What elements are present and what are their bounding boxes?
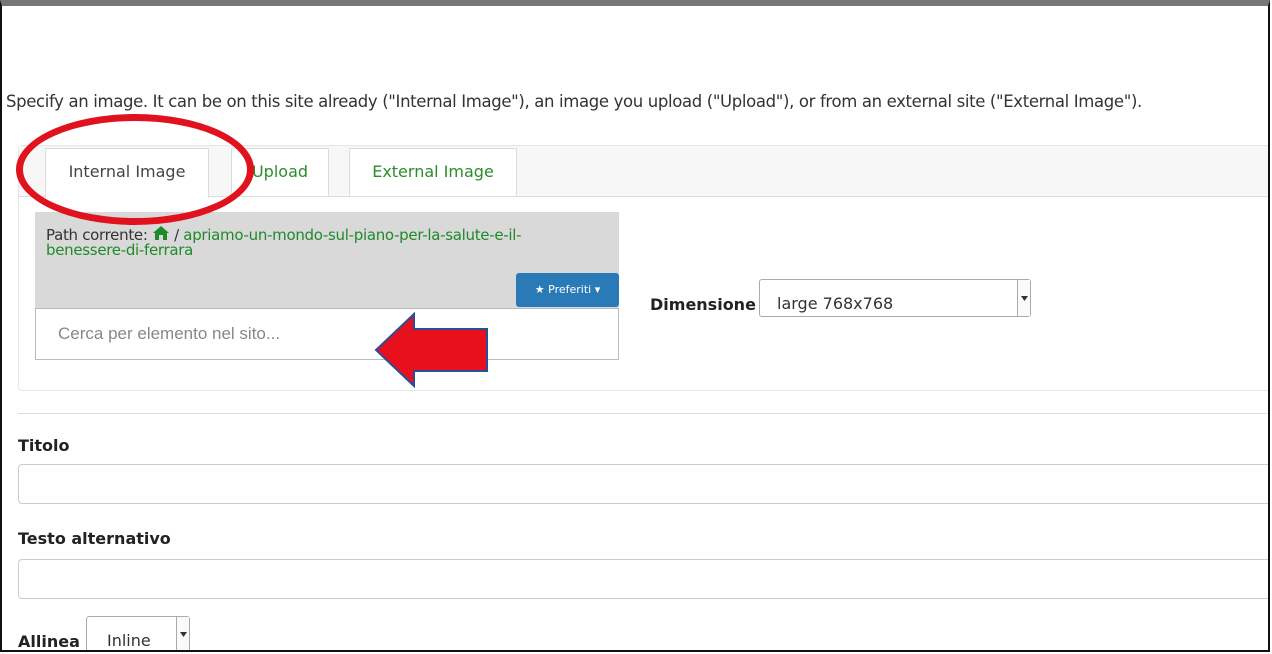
search-input[interactable] [35, 308, 619, 360]
title-label: Titolo [18, 436, 70, 455]
favorites-label: Preferiti [548, 283, 592, 296]
path-box: Path corrente: / apriamo-un-mondo-sul-pi… [35, 212, 619, 308]
dialog-frame: Specify an image. It can be on this site… [0, 0, 1270, 652]
tab-internal-image[interactable]: Internal Image [45, 148, 209, 198]
tab-bar: Internal Image Upload External Image [19, 146, 1268, 198]
tab-upload[interactable]: Upload [231, 148, 329, 196]
star-icon: ★ [534, 283, 545, 296]
caret-down-icon: ▾ [594, 283, 601, 296]
section-divider [18, 413, 1268, 414]
alt-text-field[interactable] [18, 559, 1268, 599]
align-selected-value: Inline [107, 631, 151, 650]
title-field[interactable] [18, 464, 1268, 504]
select-arrow-icon[interactable] [176, 617, 189, 650]
image-source-panel: Internal Image Upload External Image Pat… [18, 145, 1268, 391]
dimension-selected-value: large 768x768 [777, 294, 894, 313]
dimension-select[interactable]: large 768x768 [759, 279, 1031, 317]
align-select[interactable]: Inline [86, 616, 190, 650]
dimension-label: Dimensione [650, 295, 756, 314]
intro-text: Specify an image. It can be on this site… [6, 92, 1142, 111]
alt-text-label: Testo alternativo [18, 529, 171, 548]
tab-external-image[interactable]: External Image [349, 148, 517, 196]
align-label: Allinea [18, 632, 80, 651]
internal-image-browser: Path corrente: / apriamo-un-mondo-sul-pi… [35, 212, 619, 360]
current-path: Path corrente: / apriamo-un-mondo-sul-pi… [46, 225, 576, 258]
select-arrow-icon[interactable] [1017, 280, 1030, 316]
favorites-button[interactable]: ★ Preferiti ▾ [516, 273, 619, 307]
